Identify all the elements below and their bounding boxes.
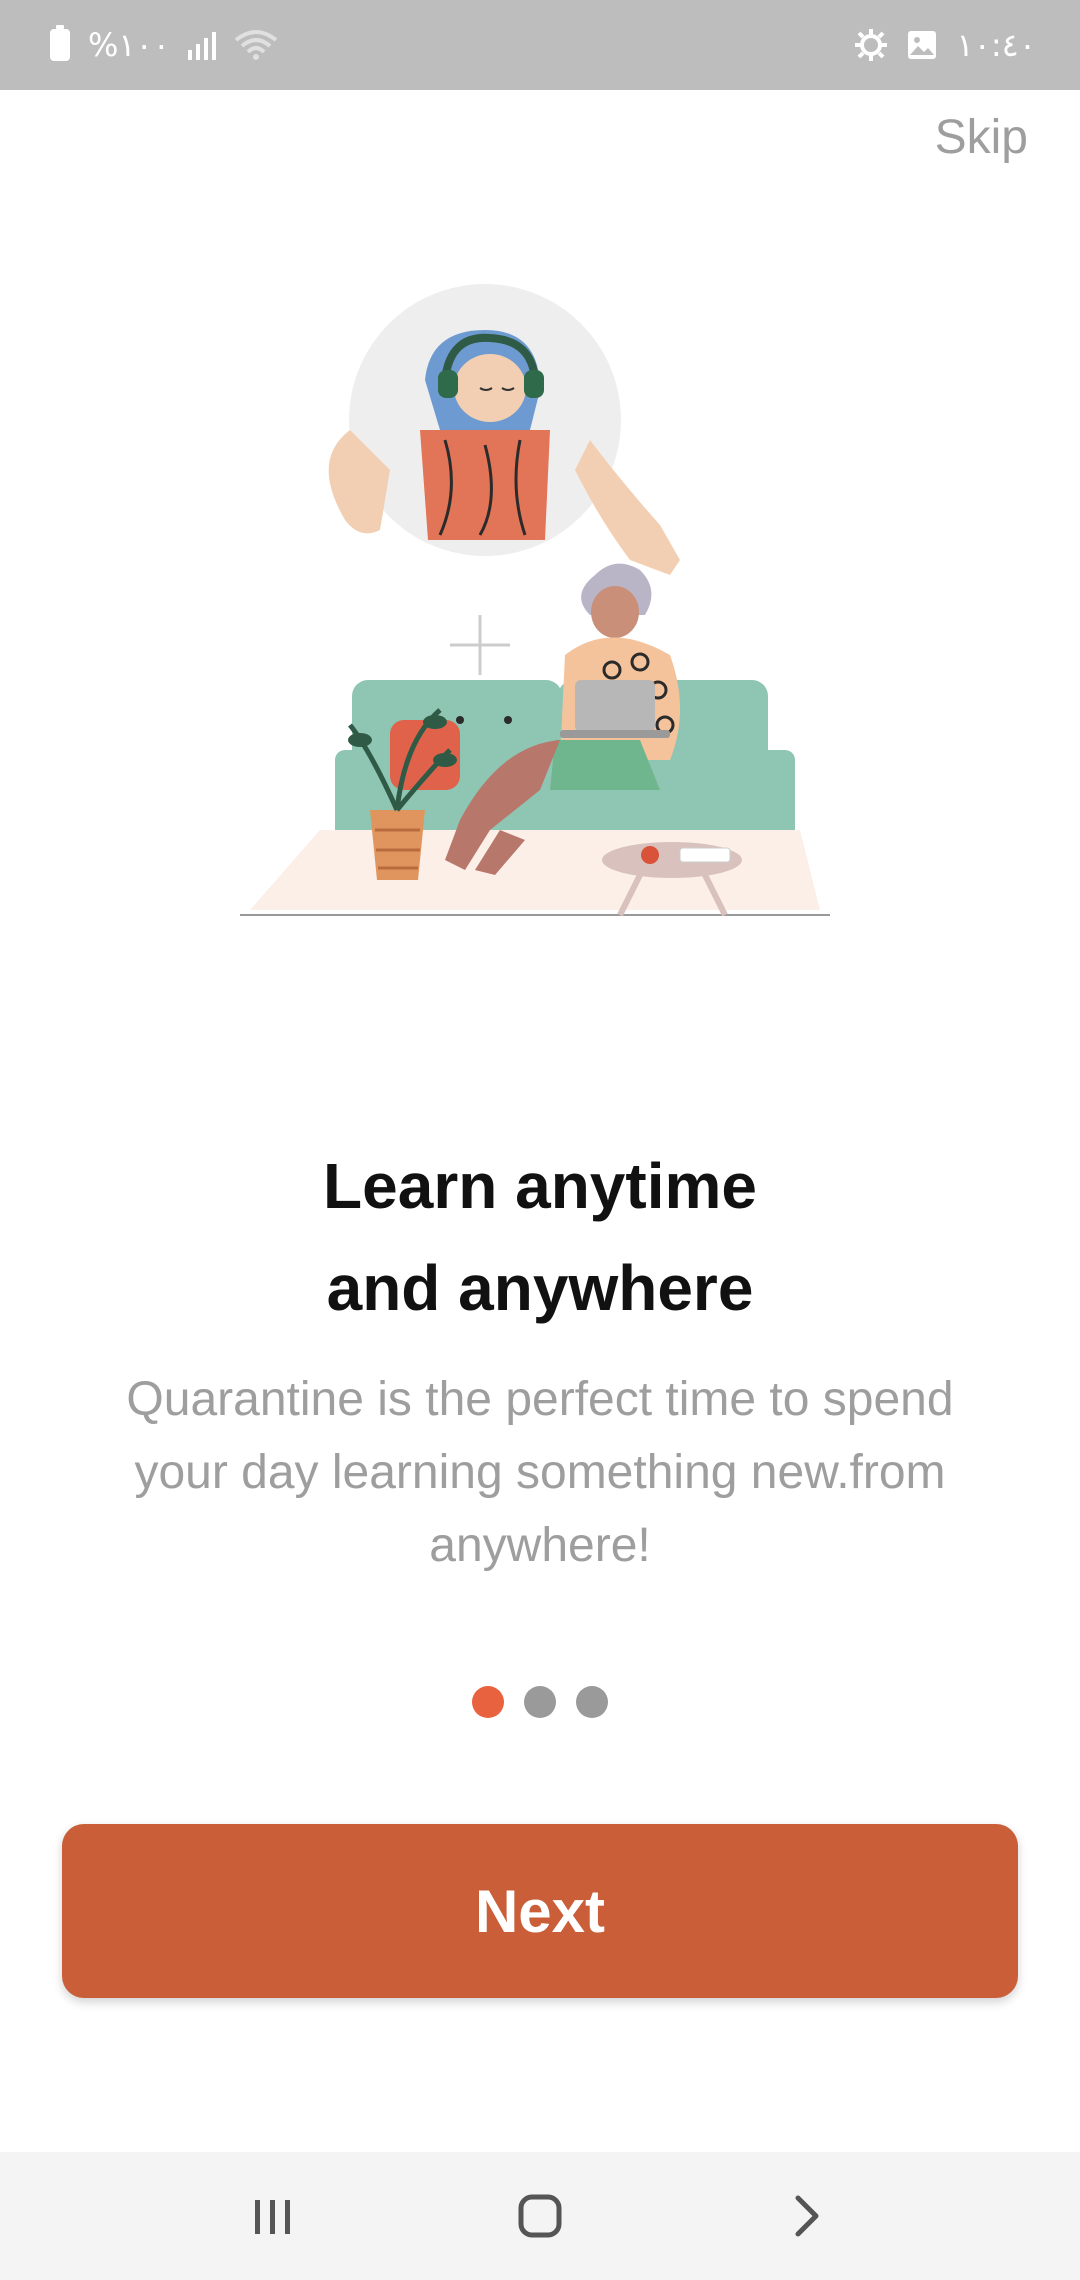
back-button[interactable]: [767, 2176, 847, 2256]
skip-button[interactable]: Skip: [935, 110, 1028, 165]
next-button-label: Next: [474, 1877, 606, 1945]
title-line-1: Learn anytime: [323, 1150, 757, 1222]
battery-percentage: %١٠٠: [88, 26, 170, 64]
status-right: ١٠:٤٠: [854, 26, 1036, 64]
next-button[interactable]: Next: [62, 1824, 1018, 1998]
onboarding-description: Quarantine is the perfect time to spend …: [126, 1373, 954, 1572]
settings-icon: [855, 29, 888, 61]
title-line-2: and anywhere: [326, 1252, 754, 1324]
status-bar: %١٠٠ ١٠:٤٠: [0, 0, 1080, 90]
status-left: %١٠٠: [50, 25, 278, 64]
onboarding-illustration: [240, 284, 830, 917]
back-icon: [795, 2195, 819, 2237]
page-dot-2[interactable]: [524, 1686, 556, 1718]
recent-apps-icon: [255, 2200, 291, 2234]
page-dot-3[interactable]: [576, 1686, 608, 1718]
recent-apps-button[interactable]: [233, 2176, 313, 2256]
page-dot-1[interactable]: [472, 1686, 504, 1718]
battery-icon: [50, 25, 70, 61]
signal-icon: [187, 30, 216, 60]
gallery-icon: [908, 31, 937, 59]
page-indicator: [0, 1686, 1080, 1718]
navigation-bar: [0, 2152, 1080, 2280]
clock: ١٠:٤٠: [956, 26, 1036, 64]
onboarding-title: Learn anytime and anywhere: [0, 1135, 1080, 1339]
home-icon: [518, 2194, 562, 2238]
home-button[interactable]: [500, 2176, 580, 2256]
onboarding-screen: %١٠٠ ١٠:٤٠ Skip Learn anytime and anywhe…: [0, 0, 1080, 2280]
wifi-icon: [234, 30, 278, 60]
